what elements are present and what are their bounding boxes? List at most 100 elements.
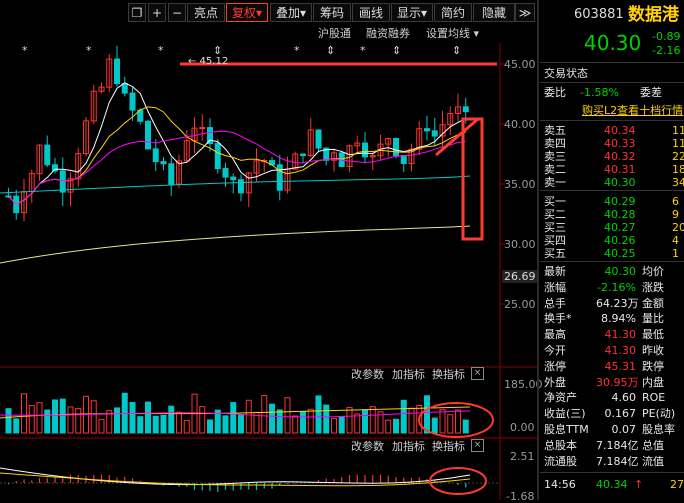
expand-icon[interactable]: ≫: [515, 3, 535, 22]
volume-bar: [52, 399, 58, 434]
stat-label: 涨幅: [544, 280, 566, 294]
high-price-label: ← 45.12: [188, 56, 229, 67]
event-mark[interactable]: *: [22, 44, 28, 57]
panel-divider: [537, 0, 539, 500]
ma-settings-label: 设置均线: [426, 27, 470, 40]
volume-bar: [323, 404, 330, 434]
event-mark[interactable]: *: [86, 44, 92, 57]
display-button[interactable]: 显示▾: [391, 3, 433, 22]
candle-body: [462, 106, 469, 113]
candle-body: [393, 138, 399, 157]
volume-bar: [28, 404, 35, 434]
volume-bar: [400, 399, 407, 434]
macd-axis-min: -1.68: [506, 490, 535, 503]
volume-bar: [315, 395, 322, 434]
minus-icon[interactable]: −: [168, 3, 186, 22]
chart-toolbar: ❐ + − 亮点 复权▾ 叠加▾ 筹码 画线 显示▾ 简约 隐藏 ≫: [0, 0, 538, 26]
stat-label: 总股本: [544, 438, 577, 452]
ask-label: 卖三: [544, 150, 566, 163]
ask-volume: 22: [672, 150, 684, 163]
divider: [540, 472, 684, 473]
hk-connect-link[interactable]: 沪股通: [318, 25, 351, 43]
volume-bar: [67, 406, 74, 434]
stat-label: 流通股: [544, 454, 577, 468]
bid-label: 买四: [544, 234, 566, 247]
stat-label-2: 最低: [642, 328, 664, 342]
macd-switch-indicator[interactable]: 换指标: [432, 438, 465, 454]
overlay-button[interactable]: 叠加▾: [270, 3, 312, 22]
hide-button[interactable]: 隐藏: [473, 3, 515, 22]
volume-bar: [447, 414, 454, 434]
candle-body: [44, 144, 51, 166]
volume-bar: [393, 418, 399, 434]
stat-label: 收益(三): [544, 407, 586, 421]
bid-volume: 20: [672, 221, 684, 234]
stat-label: 净资产: [544, 391, 577, 405]
stat-label-2: 总值: [642, 438, 664, 452]
volume-bar: [462, 419, 469, 434]
event-mark[interactable]: ⇕: [213, 44, 222, 57]
vol-switch-indicator[interactable]: 换指标: [432, 366, 465, 382]
l2-link[interactable]: 购买L2查看十档行情: [582, 104, 683, 117]
event-mark[interactable]: *: [294, 44, 300, 57]
macd-close-icon[interactable]: ×: [471, 439, 484, 452]
volume-bar: [222, 415, 229, 434]
ma-settings-link[interactable]: 设置均线 ▾: [426, 25, 479, 43]
bid-volume: 9: [672, 208, 679, 221]
vol-edit-params[interactable]: 改参数: [351, 366, 384, 382]
event-mark[interactable]: *: [360, 44, 366, 57]
vol-add-indicator[interactable]: 加指标: [392, 366, 425, 382]
volume-bar: [176, 411, 182, 434]
margin-link[interactable]: 融资融券: [366, 25, 410, 43]
volume-bar: [431, 417, 438, 434]
volume-bar: [261, 395, 268, 434]
candle-body: [300, 153, 306, 157]
ask-price: 40.33: [604, 137, 636, 150]
price-tick-35: 35.00: [504, 178, 536, 191]
volume-bar: [168, 405, 175, 434]
tick-time: 14:56: [544, 478, 576, 491]
candle-body: [431, 130, 438, 137]
candle-body: [207, 127, 213, 145]
vol-close-icon[interactable]: ×: [471, 367, 484, 380]
plus-icon[interactable]: +: [148, 3, 166, 22]
bid-label: 买二: [544, 208, 566, 221]
adjust-label: 复权: [231, 6, 256, 20]
volume-bar: [5, 408, 12, 434]
volume-bar: [276, 409, 283, 434]
macd-edit-params[interactable]: 改参数: [351, 438, 384, 454]
stat-label-2: 流值: [642, 454, 664, 468]
event-mark[interactable]: ⇕: [326, 44, 335, 57]
candle-body: [400, 155, 407, 165]
bid-label: 买一: [544, 195, 566, 208]
kline-chart[interactable]: [0, 43, 537, 500]
volume-bar: [230, 402, 237, 434]
adjust-button[interactable]: 复权▾: [226, 3, 268, 22]
volume-bar: [307, 408, 314, 434]
ask-volume: 11: [672, 124, 684, 137]
event-mark[interactable]: ⇕: [392, 44, 401, 57]
ask-price: 40.31: [604, 163, 636, 176]
candle-body: [129, 92, 136, 111]
stat-label: 涨停: [544, 359, 566, 373]
divider: [540, 120, 684, 121]
stat-value: 4.60: [611, 391, 637, 405]
divider: [540, 261, 684, 262]
simple-button[interactable]: 简约: [434, 3, 472, 22]
volume-bar: [300, 410, 306, 434]
volume-bar: [98, 419, 105, 434]
chips-button[interactable]: 筹码: [313, 3, 351, 22]
bid-price: 40.28: [604, 208, 636, 221]
draw-button[interactable]: 画线: [352, 3, 390, 22]
stat-value: 7.184亿: [596, 454, 639, 468]
event-mark[interactable]: ⇕: [452, 44, 461, 57]
volume-bar: [408, 407, 415, 434]
event-mark[interactable]: *: [158, 44, 164, 57]
highlight-button[interactable]: 亮点: [187, 3, 225, 22]
bid-label: 买三: [544, 221, 566, 234]
macd-add-indicator[interactable]: 加指标: [392, 438, 425, 454]
bid-price: 40.29: [604, 195, 636, 208]
candle-body: [168, 163, 175, 185]
restore-icon[interactable]: ❐: [128, 3, 146, 22]
stat-label: 今开: [544, 344, 566, 357]
